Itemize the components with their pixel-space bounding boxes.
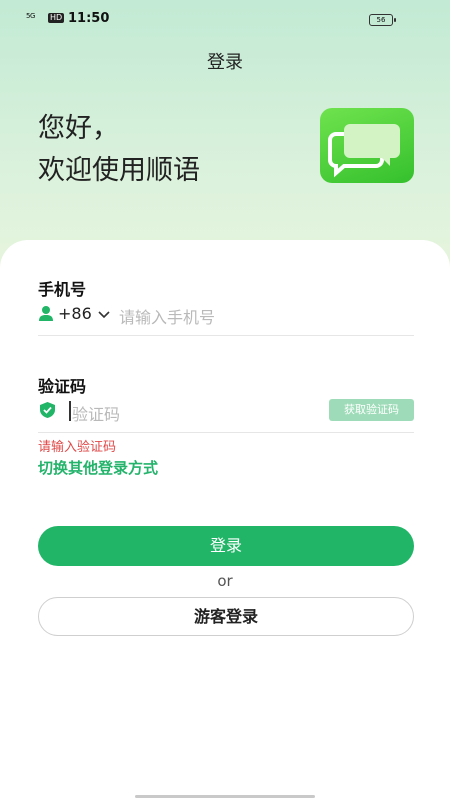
country-code: +86 <box>58 304 92 323</box>
app-logo-icon <box>320 108 414 183</box>
greeting-line-1: 您好， <box>38 113 119 144</box>
status-bar: 5G HD 11:50 56 <box>0 0 450 40</box>
code-divider <box>38 432 414 433</box>
user-icon <box>38 305 54 325</box>
code-label: 验证码 <box>38 377 87 396</box>
battery-level: 56 <box>376 16 386 24</box>
country-code-selector[interactable]: +86 <box>58 304 111 324</box>
signal-indicator: 5G <box>26 12 35 20</box>
hd-badge: HD <box>48 13 65 23</box>
switch-login-method-link[interactable]: 切换其他登录方式 <box>38 457 158 478</box>
phone-label: 手机号 <box>38 280 87 299</box>
greeting: 您好， 欢迎使用顺语 <box>38 108 200 192</box>
get-code-button[interactable]: 获取验证码 <box>329 399 414 421</box>
home-indicator[interactable] <box>135 795 315 798</box>
battery-icon: 56 <box>369 14 396 26</box>
chat-bubbles-icon <box>328 124 400 178</box>
phone-input[interactable]: 请输入手机号 <box>119 304 215 328</box>
code-input[interactable]: 验证码 <box>72 401 120 425</box>
or-divider-text: or <box>217 572 233 590</box>
page-title: 登录 <box>207 52 243 73</box>
guest-login-button[interactable]: 游客登录 <box>38 597 414 636</box>
error-message: 请输入验证码 <box>38 440 117 455</box>
login-sheet <box>0 240 450 800</box>
chevron-down-icon <box>97 305 111 324</box>
shield-check-icon <box>40 402 55 422</box>
status-time: 11:50 <box>68 11 110 26</box>
text-cursor <box>69 401 71 421</box>
login-button[interactable]: 登录 <box>38 526 414 566</box>
phone-divider <box>38 335 414 336</box>
greeting-line-2: 欢迎使用顺语 <box>38 155 200 186</box>
